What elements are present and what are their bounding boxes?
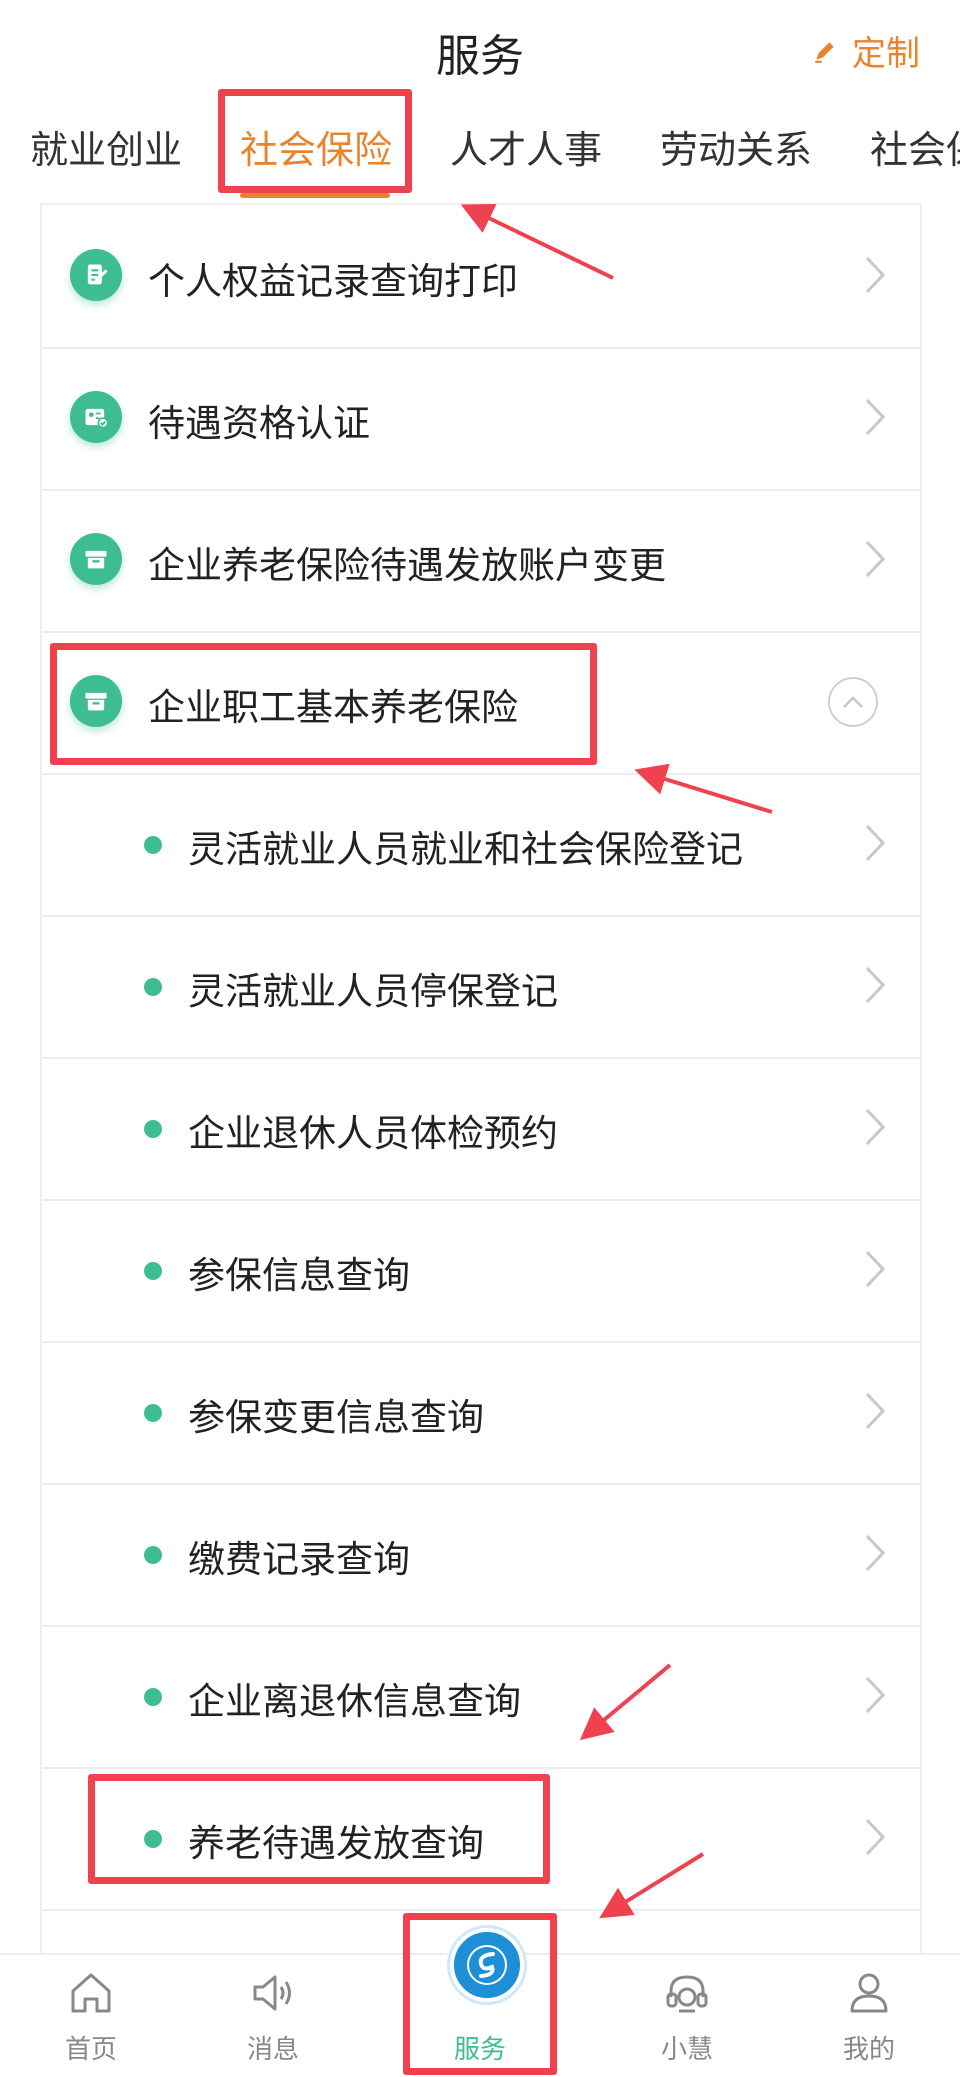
category-tabs: 就业创业 社会保险 人才人事 劳动关系 社会保 <box>0 105 960 205</box>
sub-item-insurance-info-query[interactable]: 参保信息查询 <box>42 1199 920 1343</box>
nav-label: 消息 <box>246 2035 299 2065</box>
speaker-icon <box>253 1975 291 2011</box>
headset-icon <box>666 1975 708 2013</box>
nav-messages[interactable]: 消息 <box>213 1955 333 2077</box>
bullet-dot <box>144 978 162 996</box>
nav-label: 首页 <box>64 2035 117 2065</box>
list-item-rights-record-print[interactable]: 个人权益记录查询打印 <box>42 205 920 349</box>
chevron-right-icon <box>864 1675 886 1715</box>
bullet-dot <box>144 836 162 854</box>
sub-item-label: 企业离退休信息查询 <box>188 1680 521 1723</box>
sub-item-label: 缴费记录查询 <box>188 1538 410 1581</box>
highlight-pension-payment-query <box>88 1774 550 1884</box>
bullet-dot <box>144 1262 162 1280</box>
nav-xiaohui[interactable]: 小慧 <box>627 1955 747 2077</box>
id-card-check-icon <box>70 391 122 443</box>
header: 服务 定制 <box>0 0 960 100</box>
list-item-label: 待遇资格认证 <box>148 402 370 445</box>
list-item-label: 企业养老保险待遇发放账户变更 <box>148 544 666 587</box>
sub-item-payment-record-query[interactable]: 缴费记录查询 <box>42 1483 920 1627</box>
list-item-pension-account-change[interactable]: 企业养老保险待遇发放账户变更 <box>42 489 920 633</box>
bullet-dot <box>144 1404 162 1422</box>
chevron-right-icon <box>864 255 886 295</box>
sub-item-label: 灵活就业人员就业和社会保险登记 <box>188 828 743 871</box>
service-list: 个人权益记录查询打印 待遇资格认证 企业养老保险待遇发放账户变更 企业职工基本养… <box>40 203 922 1955</box>
chevron-right-icon <box>864 539 886 579</box>
chevron-right-icon <box>864 397 886 437</box>
list-item-eligibility-certification[interactable]: 待遇资格认证 <box>42 347 920 491</box>
tab-talent[interactable]: 人才人事 <box>450 119 602 174</box>
chevron-right-icon <box>864 1533 886 1573</box>
box-icon <box>70 533 122 585</box>
bullet-dot <box>144 1120 162 1138</box>
chevron-right-icon <box>864 1107 886 1147</box>
sub-item-label: 企业退休人员体检预约 <box>188 1112 558 1155</box>
customize-button[interactable]: 定制 <box>812 26 920 75</box>
chevron-right-icon <box>864 1249 886 1289</box>
chevron-right-icon <box>864 823 886 863</box>
sub-item-insurance-change-query[interactable]: 参保变更信息查询 <box>42 1341 920 1485</box>
sub-item-label: 参保信息查询 <box>188 1254 410 1297</box>
chevron-right-icon <box>864 1817 886 1857</box>
collapse-chevron-up-icon[interactable] <box>828 677 878 727</box>
chevron-right-icon <box>864 965 886 1005</box>
list-item-label: 个人权益记录查询打印 <box>148 260 518 303</box>
sub-item-retiree-checkup-booking[interactable]: 企业退休人员体检预约 <box>42 1057 920 1201</box>
chevron-right-icon <box>864 1391 886 1431</box>
document-icon <box>70 249 122 301</box>
tab-labor-relations[interactable]: 劳动关系 <box>660 119 812 174</box>
bullet-dot <box>144 1546 162 1564</box>
sub-item-flexible-employment-registration[interactable]: 灵活就业人员就业和社会保险登记 <box>42 773 920 917</box>
sub-item-label: 参保变更信息查询 <box>188 1396 484 1439</box>
sub-item-flexible-employment-stop[interactable]: 灵活就业人员停保登记 <box>42 915 920 1059</box>
highlight-basic-pension-insurance <box>50 643 597 765</box>
sub-item-retirement-info-query[interactable]: 企业离退休信息查询 <box>42 1625 920 1769</box>
pencil-icon <box>815 41 834 63</box>
bullet-dot <box>144 1688 162 1706</box>
user-icon <box>850 1973 888 2013</box>
tab-employment[interactable]: 就业创业 <box>30 119 182 174</box>
nav-mine[interactable]: 我的 <box>809 1955 929 2077</box>
customize-label: 定制 <box>852 34 920 74</box>
nav-home[interactable]: 首页 <box>31 1955 151 2077</box>
nav-label: 我的 <box>842 2035 895 2065</box>
highlight-nav-services <box>403 1913 557 2075</box>
nav-label: 小慧 <box>660 2035 713 2065</box>
home-icon <box>71 1973 111 2013</box>
sub-item-label: 灵活就业人员停保登记 <box>188 970 558 1013</box>
tab-social-more[interactable]: 社会保 <box>870 119 960 174</box>
highlight-tab-social-insurance <box>218 89 412 193</box>
active-tab-indicator <box>240 193 390 198</box>
